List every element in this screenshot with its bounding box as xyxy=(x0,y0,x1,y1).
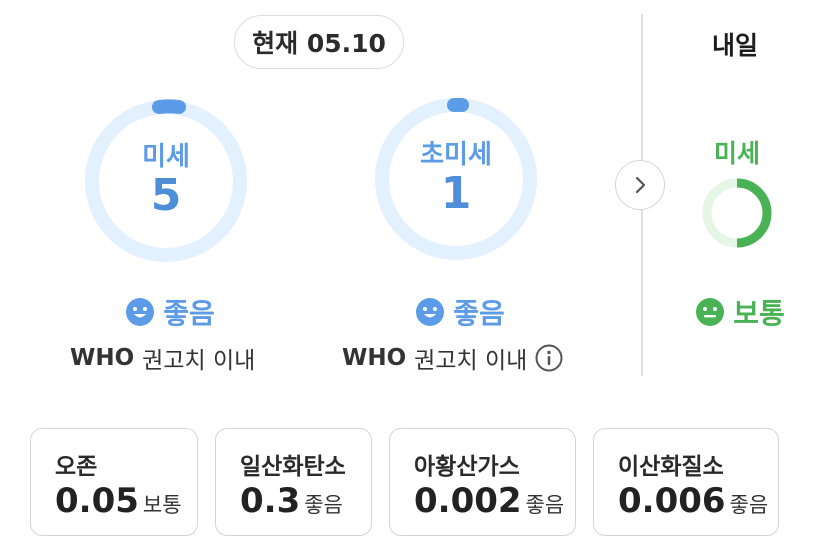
neutral-face-icon xyxy=(696,298,725,326)
info-icon[interactable] xyxy=(535,344,563,372)
tomorrow-fine-dust-label: 미세 xyxy=(713,139,760,168)
pollutant-reading: 0.05 보통 xyxy=(55,481,182,521)
pollutant-name: 이산화질소 xyxy=(618,454,724,480)
pollutant-value: 0.002 xyxy=(414,481,522,521)
current-date-pill: 현재 05.10 xyxy=(234,15,404,69)
pollutant-reading: 0.002 좋음 xyxy=(414,481,564,521)
ultra-fine-dust-who-note: WHO 권고치 이내 xyxy=(342,341,563,375)
smile-face-icon xyxy=(416,298,445,326)
ultra-fine-dust-who-text: 권고치 이내 xyxy=(414,348,528,374)
pollutant-reading: 0.3 좋음 xyxy=(240,481,343,521)
fine-dust-status: 좋음 xyxy=(110,292,230,332)
ultra-fine-dust-label: 초미세 xyxy=(420,140,492,170)
pollutant-value: 0.006 xyxy=(618,481,726,521)
pollutant-name: 오존 xyxy=(55,454,98,480)
pollutant-level: 좋음 xyxy=(304,493,343,517)
fine-dust-who-note: WHO 권고치 이내 xyxy=(70,341,255,375)
ultra-fine-dust-who-label: WHO xyxy=(342,345,407,371)
fine-dust-label: 미세 xyxy=(142,142,190,172)
fine-dust-who-label: WHO xyxy=(70,345,135,371)
pollutant-level: 보통 xyxy=(142,493,182,517)
next-button[interactable] xyxy=(615,160,665,210)
tomorrow-fine-dust-status-text: 보통 xyxy=(733,297,785,330)
tomorrow-fine-dust-status: 보통 xyxy=(690,292,790,332)
pollutant-value: 0.05 xyxy=(55,481,139,521)
pollutant-card-carbon-monoxide[interactable]: 일산화탄소 0.3 좋음 xyxy=(215,428,372,536)
ultra-fine-dust-gauge[interactable]: 초미세 1 xyxy=(373,96,539,262)
pollutant-level: 좋음 xyxy=(729,493,769,517)
ultra-fine-dust-value: 1 xyxy=(440,168,472,219)
fine-dust-status-text: 좋음 xyxy=(163,297,215,330)
ultra-fine-dust-status: 좋음 xyxy=(400,292,520,332)
tomorrow-title: 내일 xyxy=(711,31,758,60)
pollutant-card-ozone[interactable]: 오존 0.05 보통 xyxy=(30,428,198,536)
fine-dust-who-text: 권고치 이내 xyxy=(142,348,256,374)
pollutant-level: 좋음 xyxy=(525,493,565,517)
smile-face-icon xyxy=(126,298,155,326)
tomorrow-fine-dust-ring[interactable] xyxy=(700,176,774,250)
pollutant-name: 일산화탄소 xyxy=(240,454,346,480)
chevron-right-icon xyxy=(635,176,646,194)
pollutant-card-nitrogen-dioxide[interactable]: 이산화질소 0.006 좋음 xyxy=(593,428,779,536)
fine-dust-value: 5 xyxy=(150,170,182,221)
pollutant-card-sulfur-dioxide[interactable]: 아황산가스 0.002 좋음 xyxy=(389,428,576,536)
ultra-fine-dust-status-text: 좋음 xyxy=(453,297,505,330)
pollutant-reading: 0.006 좋음 xyxy=(618,481,768,521)
fine-dust-gauge[interactable]: 미세 5 xyxy=(83,98,249,264)
pollutant-value: 0.3 xyxy=(240,481,301,521)
pollutant-name: 아황산가스 xyxy=(414,454,520,480)
